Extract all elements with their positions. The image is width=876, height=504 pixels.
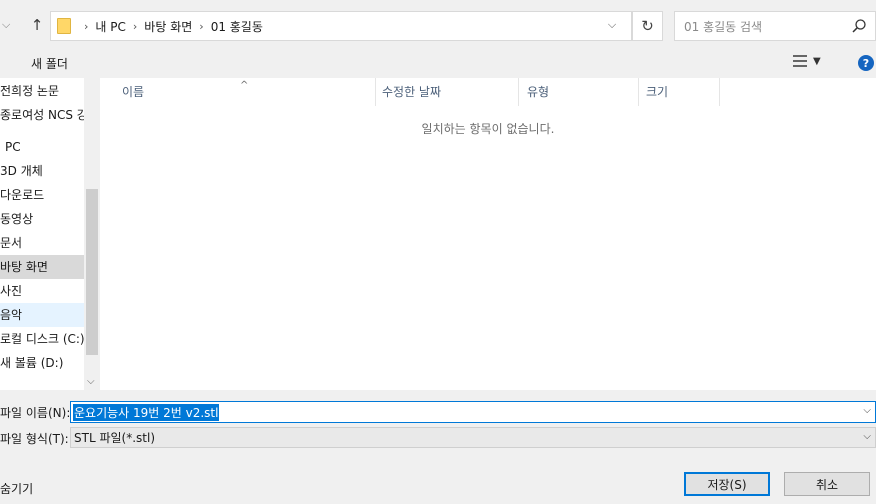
up-arrow-icon[interactable]: ↑ bbox=[28, 16, 46, 34]
navigation-pane[interactable]: 전희정 논문 종로여성 NCS 강 PC 3D 개체 다운로드 동영상 문서 바… bbox=[0, 78, 100, 390]
empty-folder-message: 일치하는 항목이 없습니다. bbox=[421, 122, 555, 136]
search-input[interactable]: 01 홍길동 검색 bbox=[674, 11, 876, 41]
new-folder-button[interactable]: 새 폴더 bbox=[31, 55, 68, 72]
filename-label: 파일 이름(N): bbox=[0, 406, 71, 420]
column-header-size[interactable]: 크기 bbox=[646, 84, 668, 106]
column-header-name-label: 이름 bbox=[122, 85, 145, 99]
nav-item-3d-objects[interactable]: 3D 개체 bbox=[0, 159, 84, 183]
nav-scrollbar-thumb[interactable] bbox=[86, 189, 98, 355]
chevron-right-icon[interactable]: › bbox=[84, 20, 88, 33]
address-bar[interactable]: › 내 PC › 바탕 화면 › 01 홍길동 bbox=[50, 11, 632, 41]
recent-locations-chevron-icon[interactable]: ⌵ bbox=[2, 18, 10, 32]
breadcrumb-this-pc[interactable]: 내 PC bbox=[95, 18, 125, 35]
filetype-select[interactable]: STL 파일(*.stl) ⌵ bbox=[70, 427, 876, 448]
nav-item-pictures[interactable]: 사진 bbox=[0, 279, 84, 303]
column-divider[interactable] bbox=[375, 78, 376, 106]
chevron-right-icon[interactable]: › bbox=[199, 20, 203, 33]
chevron-down-icon[interactable]: ⌵ bbox=[863, 405, 871, 416]
nav-item-local-disk-c[interactable]: 로컬 디스크 (C:) bbox=[0, 327, 84, 351]
nav-item-documents[interactable]: 문서 bbox=[0, 231, 84, 255]
caret-down-icon: ▼ bbox=[813, 55, 821, 67]
details-view-icon bbox=[793, 55, 807, 67]
column-header-date-modified[interactable]: 수정한 날짜 bbox=[382, 84, 441, 106]
hide-folders-button[interactable]: 숨기기 bbox=[0, 480, 33, 497]
hide-folders-label: 숨기기 bbox=[0, 482, 34, 496]
address-dropdown-icon[interactable]: ⌵ bbox=[602, 18, 622, 32]
nav-item-paper-folder[interactable]: 전희정 논문 bbox=[0, 79, 84, 103]
scroll-down-icon[interactable]: ⌵ bbox=[87, 376, 95, 387]
column-header-type[interactable]: 유형 bbox=[527, 84, 549, 106]
help-icon[interactable]: ? bbox=[858, 55, 874, 71]
nav-item-desktop[interactable]: 바탕 화면 bbox=[0, 255, 84, 279]
save-button[interactable]: 저장(S) bbox=[684, 472, 770, 496]
cancel-button-label: 취소 bbox=[815, 477, 839, 492]
view-options-button[interactable]: ▼ bbox=[793, 55, 821, 67]
filetype-label: 파일 형식(T): bbox=[0, 432, 69, 446]
filename-value: 운요기능사 19번 2번 v2.stl bbox=[73, 403, 220, 421]
sort-ascending-icon: ^ bbox=[240, 80, 249, 91]
refresh-icon: ↻ bbox=[641, 17, 654, 35]
column-divider[interactable] bbox=[719, 78, 720, 106]
breadcrumb-desktop[interactable]: 바탕 화면 bbox=[144, 18, 192, 35]
refresh-button[interactable]: ↻ bbox=[632, 11, 663, 41]
search-icon[interactable] bbox=[851, 18, 867, 34]
filename-input[interactable]: 운요기능사 19번 2번 v2.stl ⌵ bbox=[70, 401, 876, 423]
column-divider[interactable] bbox=[638, 78, 639, 106]
cancel-button[interactable]: 취소 bbox=[784, 472, 870, 496]
breadcrumb-current-folder[interactable]: 01 홍길동 bbox=[211, 18, 263, 35]
nav-item-this-pc[interactable]: PC bbox=[0, 135, 84, 159]
filetype-value: STL 파일(*.stl) bbox=[74, 431, 155, 445]
nav-scrollbar[interactable]: ⌵ bbox=[84, 78, 100, 390]
folder-icon bbox=[57, 18, 71, 34]
nav-item-downloads[interactable]: 다운로드 bbox=[0, 183, 84, 207]
chevron-down-icon[interactable]: ⌵ bbox=[863, 431, 871, 442]
chevron-right-icon[interactable]: › bbox=[133, 20, 137, 33]
file-list[interactable]: 이름 ^ 수정한 날짜 유형 크기 일치하는 항목이 없습니다. bbox=[100, 78, 876, 390]
nav-item-ncs-folder[interactable]: 종로여성 NCS 강 bbox=[0, 103, 84, 127]
column-divider[interactable] bbox=[518, 78, 519, 106]
search-placeholder: 01 홍길동 검색 bbox=[684, 19, 763, 34]
nav-item-music[interactable]: 음악 bbox=[0, 303, 84, 327]
save-button-label: 저장(S) bbox=[707, 477, 747, 492]
column-header-name[interactable]: 이름 ^ bbox=[122, 80, 248, 106]
nav-item-videos[interactable]: 동영상 bbox=[0, 207, 84, 231]
nav-item-volume-d[interactable]: 새 볼륨 (D:) bbox=[0, 351, 84, 375]
